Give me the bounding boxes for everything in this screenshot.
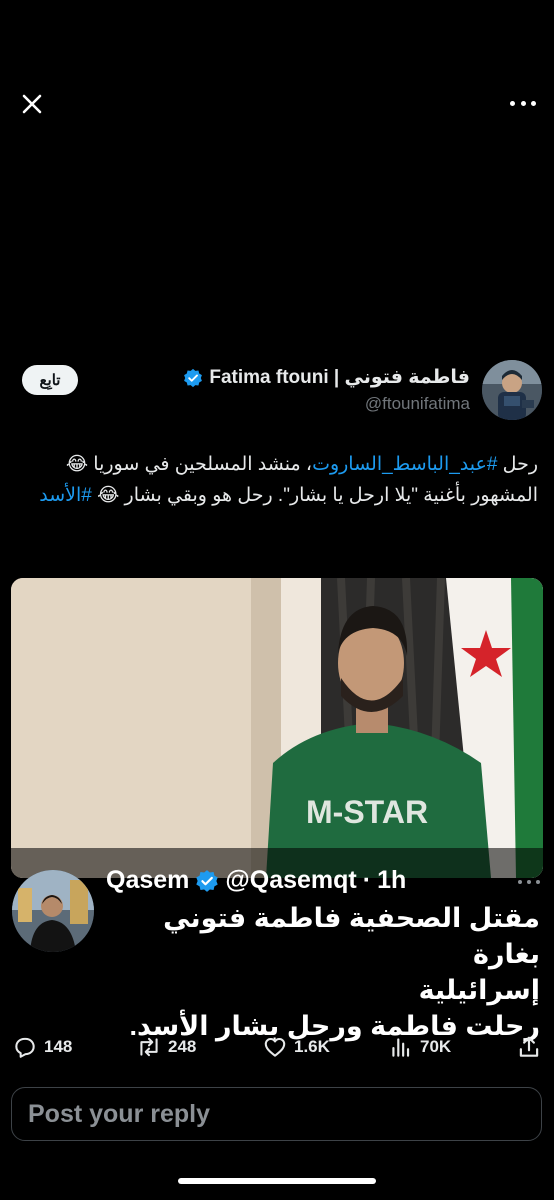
quote-author-handle: @Qasemqt <box>225 866 357 894</box>
verified-badge-icon <box>196 869 219 892</box>
quote-text: مقتل الصحفية فاطمة فتوني بغارة إسرائيلية… <box>110 900 540 1044</box>
verified-badge-icon <box>184 368 203 387</box>
embedded-quote-screenshot: Qasem @Qasemqt · 1h مقتل الصحفية فاطمة ف… <box>0 858 554 1041</box>
quote-line: إسرائيلية <box>418 975 540 1005</box>
svg-text:M-STAR: M-STAR <box>306 794 428 830</box>
quote-line: مقتل الصحفية فاطمة فتوني بغارة <box>163 903 540 969</box>
like-count: 1.6K <box>294 1037 330 1056</box>
share-icon <box>519 1036 539 1057</box>
like-button[interactable]: 1.6K <box>262 1034 330 1060</box>
views-count: 70K <box>420 1037 452 1056</box>
quote-more-icon <box>518 880 540 886</box>
views-icon <box>392 1038 410 1057</box>
action-bar: 148 248 1.6K 70K <box>0 1034 554 1066</box>
tweet-body: رحل #عبد_الباسط_الساروت، منشد المسلحين ف… <box>14 449 538 511</box>
repost-icon <box>140 1037 158 1057</box>
share-button[interactable] <box>516 1034 542 1060</box>
author-name-row[interactable]: فاطمة فتوني | Fatima ftouni <box>183 366 470 389</box>
author-avatar[interactable] <box>482 360 542 420</box>
hashtag-link[interactable]: #الأسد <box>39 485 92 506</box>
repost-button[interactable]: 248 <box>136 1034 196 1060</box>
reply-count: 148 <box>44 1037 73 1056</box>
shirt-logo: M-STAR <box>306 794 428 830</box>
author-display-name: فاطمة فتوني | Fatima ftouni <box>209 367 470 388</box>
home-indicator[interactable] <box>178 1178 376 1184</box>
more-options-button[interactable] <box>510 96 536 110</box>
repost-count: 248 <box>168 1037 197 1056</box>
more-icon <box>510 100 515 106</box>
author-handle[interactable]: @ftounifatima <box>365 394 470 414</box>
top-bar <box>0 0 554 200</box>
close-icon <box>22 94 42 114</box>
quote-timestamp: 1h <box>377 866 407 894</box>
heart-icon <box>264 1037 286 1057</box>
quote-author-name: Qasem <box>106 866 190 894</box>
quote-author-avatar <box>12 870 94 952</box>
hashtag-link[interactable]: #عبد_الباسط_الساروت <box>312 454 497 475</box>
tweet-header: فاطمة فتوني | Fatima ftouni @ftounifatim… <box>0 358 554 428</box>
quote-author-row: Qasem @Qasemqt · 1h <box>106 866 406 895</box>
views-button[interactable]: 70K <box>388 1034 451 1060</box>
tweet-media-image[interactable]: M-STAR <box>11 578 543 878</box>
close-button[interactable] <box>18 90 46 118</box>
reply-button[interactable]: 148 <box>12 1034 72 1060</box>
follow-button[interactable]: تابِع <box>22 365 78 395</box>
reply-input[interactable]: Post your reply <box>11 1087 542 1141</box>
tweet-text-part1: رحل <box>497 454 538 475</box>
reply-icon <box>15 1037 35 1058</box>
quote-separator: · <box>362 866 372 894</box>
